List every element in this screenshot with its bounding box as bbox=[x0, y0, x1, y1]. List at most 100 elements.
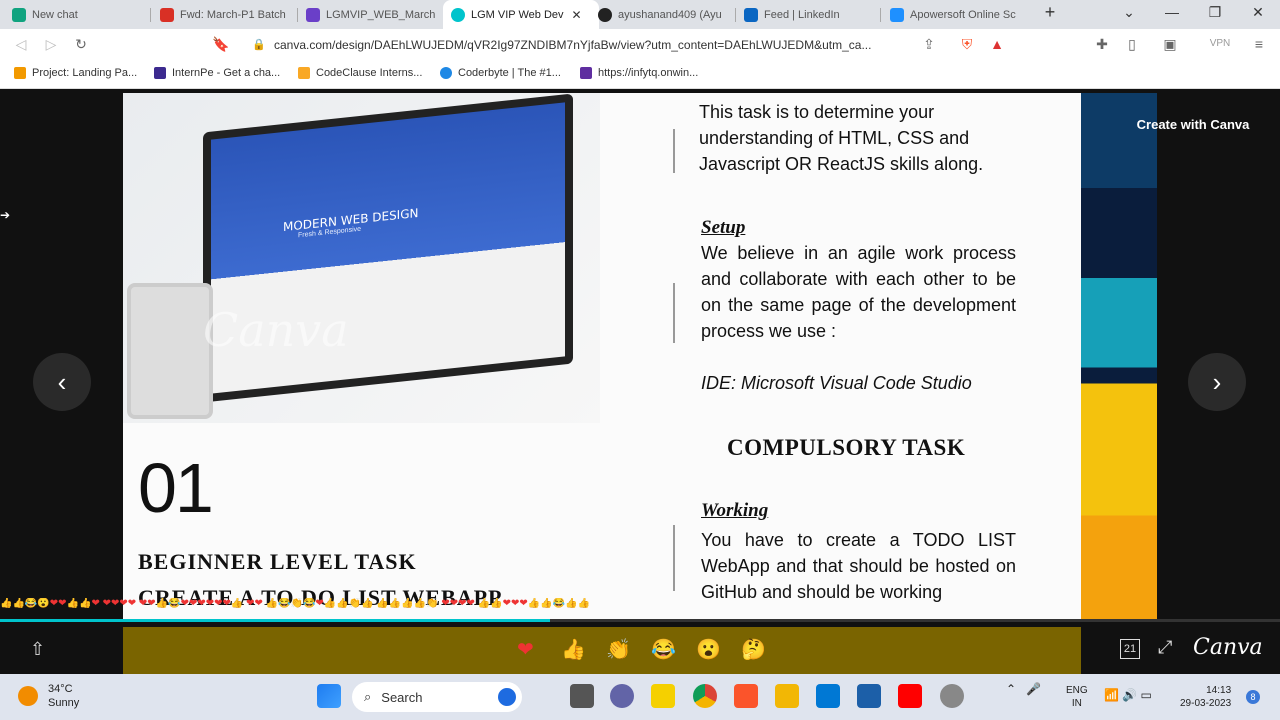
system-tray[interactable]: ⌃ 🎤 bbox=[1006, 682, 1041, 696]
clock[interactable]: 14:13 29-03-2023 bbox=[1180, 684, 1231, 710]
ide-text: IDE: Microsoft Visual Code Studio bbox=[701, 373, 972, 393]
bookmark-favicon-icon bbox=[440, 67, 452, 79]
working-heading: Working bbox=[701, 500, 769, 521]
next-slide-button[interactable]: › bbox=[1188, 353, 1246, 411]
bookmark-item[interactable]: InternPe - Get a cha... bbox=[154, 67, 280, 79]
divider bbox=[673, 129, 675, 173]
search-label: Search bbox=[381, 689, 423, 705]
notification-badge[interactable]: 8 bbox=[1246, 690, 1260, 704]
surprised-reaction-button[interactable]: 😮 bbox=[696, 637, 721, 662]
vscode-icon[interactable] bbox=[816, 684, 840, 708]
page-count-icon[interactable]: 21 bbox=[1120, 639, 1140, 659]
menu-icon[interactable]: ≡ bbox=[1250, 36, 1268, 52]
previous-slide-button[interactable]: ‹ bbox=[33, 353, 91, 411]
working-text: You have to create a TODO LIST WebApp an… bbox=[701, 530, 1016, 602]
weather-widget[interactable]: 34°C Sunny bbox=[18, 682, 79, 710]
tab-github[interactable]: ayushanand409 (Ayu bbox=[598, 0, 733, 29]
task-number: 01 bbox=[138, 449, 214, 527]
canva-logo[interactable]: Canva bbox=[1193, 635, 1263, 660]
new-tab-button[interactable]: + bbox=[1035, 2, 1065, 23]
close-window-button[interactable]: ✕ bbox=[1243, 4, 1273, 21]
teams-icon[interactable] bbox=[610, 684, 634, 708]
forward-icon[interactable]: ▷ bbox=[42, 36, 60, 53]
slide-progress-bar[interactable] bbox=[0, 619, 1280, 622]
bookmark-item[interactable]: https://infytq.onwin... bbox=[580, 67, 698, 79]
bookmark-item[interactable]: CodeClause Interns... bbox=[298, 67, 422, 79]
setup-heading: Setup bbox=[701, 217, 746, 238]
tab-apowersoft[interactable]: Apowersoft Online Sc bbox=[890, 0, 1025, 29]
task-level-heading: BEGINNER LEVEL TASK bbox=[138, 549, 417, 574]
tab-strip: New chat Fwd: March-P1 Batch LGMVIP_WEB_… bbox=[0, 0, 1280, 29]
fullscreen-icon[interactable]: ⤢ bbox=[1158, 637, 1172, 658]
next-slide-preview[interactable] bbox=[1081, 93, 1157, 621]
tab-search-chevron-icon[interactable]: ⌄ bbox=[1114, 4, 1144, 21]
bookmarks-bar: Project: Landing Pa... InternPe - Get a … bbox=[0, 61, 1280, 89]
tab-label: LGM VIP Web Dev bbox=[471, 8, 564, 21]
file-explorer-icon[interactable] bbox=[775, 684, 799, 708]
tab-gmail[interactable]: Fwd: March-P1 Batch bbox=[160, 0, 295, 29]
clap-reaction-button[interactable]: 👏 bbox=[606, 637, 631, 662]
intro-text: This task is to determine your understan… bbox=[699, 102, 984, 174]
youtube-icon[interactable] bbox=[898, 684, 922, 708]
vpn-button[interactable]: VPN bbox=[1200, 38, 1240, 49]
network-volume-battery-icon[interactable]: 📶 🔊 ▭ bbox=[1104, 688, 1152, 702]
bookmark-icon[interactable]: 🔖 bbox=[212, 36, 230, 53]
sticky-notes-icon[interactable] bbox=[651, 684, 675, 708]
brave-icon[interactable] bbox=[734, 684, 758, 708]
wallet-icon[interactable]: ▣ bbox=[1161, 36, 1179, 53]
hero-image: MODERN WEB DESIGN Fresh & Responsive Can… bbox=[123, 93, 600, 423]
gmail-icon bbox=[160, 7, 174, 22]
minimize-button[interactable]: — bbox=[1157, 4, 1187, 20]
thinking-reaction-button[interactable]: 🤔 bbox=[741, 637, 766, 662]
create-with-canva-button[interactable]: Create with Canva bbox=[1123, 107, 1263, 141]
bookmark-label: CodeClause Interns... bbox=[316, 67, 423, 79]
reaction-bar: ❤ 👍 👏 😂 😮 🤔 bbox=[123, 627, 1081, 674]
tab-canva-active[interactable]: LGM VIP Web Dev ✕ bbox=[443, 0, 599, 29]
tab-sheet[interactable]: LGMVIP_WEB_March bbox=[306, 0, 438, 29]
maximize-button[interactable]: ❐ bbox=[1200, 4, 1230, 21]
language-code: ENG bbox=[1066, 685, 1088, 696]
sidebar-icon[interactable]: ▯ bbox=[1123, 36, 1141, 53]
tab-label: Feed | LinkedIn bbox=[764, 8, 840, 21]
url-field[interactable]: canva.com/design/DAEhLWUJEDM/qVR2Ig97ZND… bbox=[274, 38, 871, 52]
github-icon bbox=[598, 7, 612, 22]
linkedin-icon bbox=[744, 7, 758, 22]
bookmark-item[interactable]: Project: Landing Pa... bbox=[14, 67, 137, 79]
close-tab-icon[interactable]: ✕ bbox=[572, 8, 582, 22]
date: 29-03-2023 bbox=[1180, 698, 1232, 709]
bookmark-favicon-icon bbox=[154, 67, 166, 79]
brave-rewards-icon[interactable]: ▲ bbox=[988, 36, 1006, 52]
setup-text: We believe in an agile work process and … bbox=[701, 243, 1016, 341]
app-icon[interactable] bbox=[940, 684, 964, 708]
compulsory-heading: COMPULSORY TASK bbox=[727, 435, 966, 460]
tab-linkedin[interactable]: Feed | LinkedIn bbox=[744, 0, 879, 29]
canva-icon bbox=[451, 7, 465, 22]
temperature: 34°C bbox=[48, 683, 73, 695]
windows-start-icon[interactable] bbox=[317, 684, 341, 708]
brave-shield-icon[interactable]: ⛨ bbox=[958, 36, 976, 53]
taskbar-search[interactable]: ⌕ Search bbox=[352, 682, 522, 712]
heart-reaction-button[interactable]: ❤ bbox=[517, 637, 534, 662]
app-icon[interactable] bbox=[857, 684, 881, 708]
share-url-icon[interactable]: ⇪ bbox=[920, 36, 938, 53]
bookmark-favicon-icon bbox=[580, 67, 592, 79]
laugh-reaction-button[interactable]: 😂 bbox=[651, 637, 676, 662]
reload-icon[interactable]: ↻ bbox=[72, 36, 90, 53]
tab-label: ayushanand409 (Ayu bbox=[618, 8, 722, 21]
tab-new-chat[interactable]: New chat bbox=[12, 0, 152, 29]
chrome-icon[interactable] bbox=[693, 684, 717, 708]
share-icon[interactable]: ⇧ bbox=[30, 639, 45, 660]
bookmark-item[interactable]: Coderbyte | The #1... bbox=[440, 67, 561, 79]
extensions-icon[interactable]: ✚ bbox=[1093, 36, 1111, 53]
tab-label: New chat bbox=[32, 8, 78, 21]
lock-icon[interactable]: 🔒 bbox=[250, 38, 268, 51]
search-icon: ⌕ bbox=[364, 689, 372, 704]
language-indicator[interactable]: ENG IN bbox=[1066, 684, 1088, 710]
thumbs-up-reaction-button[interactable]: 👍 bbox=[561, 637, 586, 662]
task-view-icon[interactable] bbox=[570, 684, 594, 708]
divider bbox=[673, 525, 675, 591]
back-icon[interactable]: ◁ bbox=[12, 36, 30, 53]
weather-condition: Sunny bbox=[48, 697, 80, 709]
windows-taskbar: 34°C Sunny ⌕ Search ⌃ 🎤 ENG IN 📶 🔊 ▭ 14:… bbox=[0, 674, 1280, 720]
canva-watermark: Canva bbox=[203, 303, 349, 357]
